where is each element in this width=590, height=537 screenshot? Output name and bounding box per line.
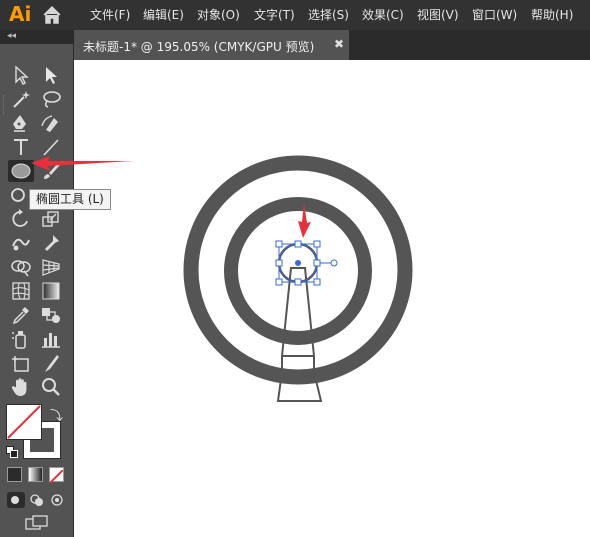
ellipse-tool-tooltip: 椭圆工具 (L) xyxy=(29,189,111,210)
center-point-icon xyxy=(295,260,301,266)
annotation-arrow-left xyxy=(31,156,133,171)
pie-widget-handle[interactable] xyxy=(330,259,338,267)
inner-ring[interactable] xyxy=(224,197,372,345)
app-window: Ai 文件(F) 编辑(E) 对象(O) 文字(T) 选择(S) 效果(C) 视… xyxy=(0,0,590,537)
canvas-artwork xyxy=(31,155,413,402)
